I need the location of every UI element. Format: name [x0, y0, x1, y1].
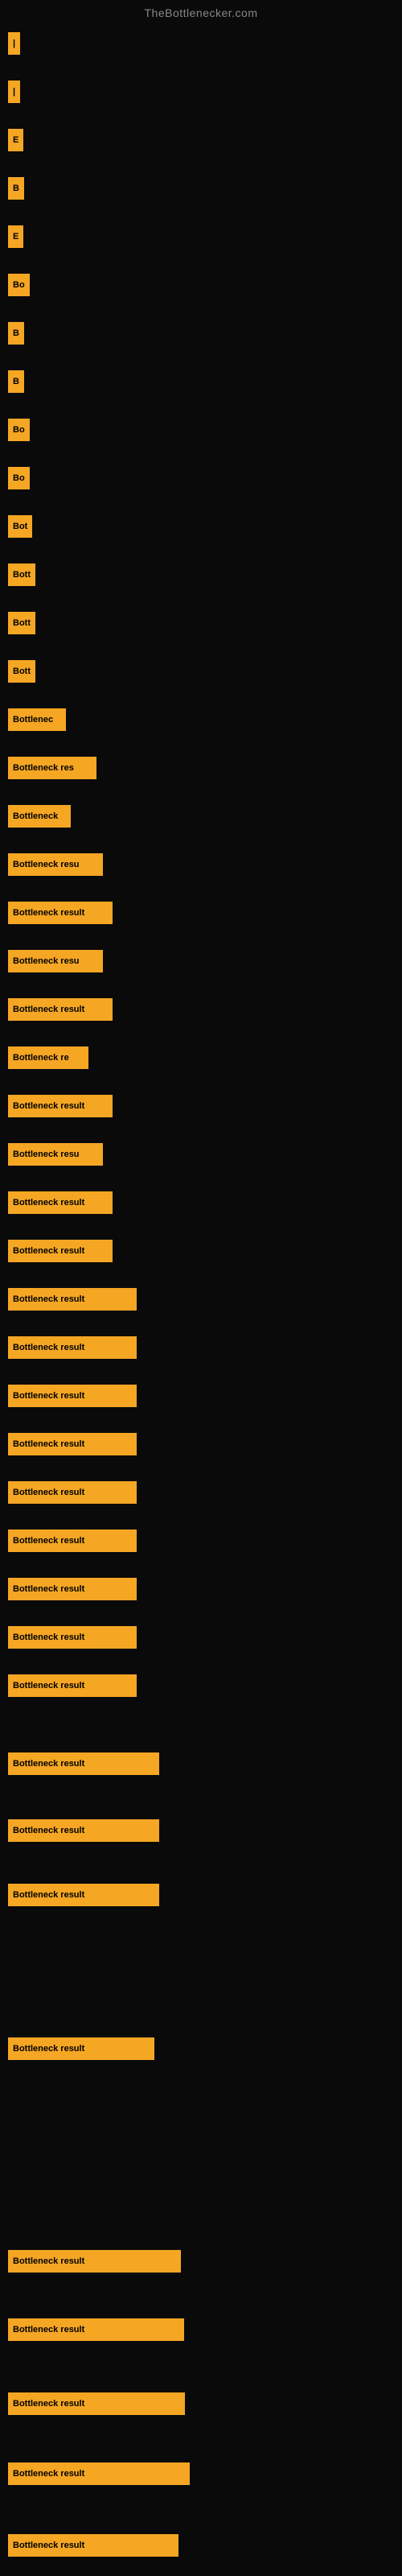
- bar-label: Bottleneck: [8, 805, 71, 828]
- bar-row: Bottleneck result: [8, 2250, 181, 2273]
- bar-row: Bottlenec: [8, 708, 66, 731]
- bar-label: |: [8, 80, 20, 103]
- bar-row: Bottleneck result: [8, 2534, 178, 2557]
- bar-row: Bott: [8, 612, 35, 634]
- bar-row: Bottleneck result: [8, 1578, 137, 1600]
- bar-row: Bottleneck result: [8, 1433, 137, 1455]
- bar-label: Bottleneck result: [8, 1626, 137, 1649]
- bar-label: Bottleneck result: [8, 2392, 185, 2415]
- bar-row: Bottleneck result: [8, 1674, 137, 1697]
- bar-row: Bottleneck res: [8, 757, 96, 779]
- bar-label: B: [8, 370, 24, 393]
- bar-row: Bott: [8, 564, 35, 586]
- bar-label: Bottleneck resu: [8, 950, 103, 972]
- bar-row: Bottleneck result: [8, 1095, 113, 1117]
- bar-row: E: [8, 225, 23, 248]
- bar-label: Bottleneck result: [8, 2462, 190, 2485]
- bar-row: Bottleneck resu: [8, 1143, 103, 1166]
- bar-label: Bottleneck result: [8, 1385, 137, 1407]
- bar-label: Bottleneck result: [8, 1095, 113, 1117]
- bar-label: Bo: [8, 274, 30, 296]
- bar-label: Bottleneck result: [8, 1578, 137, 1600]
- site-title: TheBottlenecker.com: [0, 0, 402, 23]
- bar-row: |: [8, 80, 20, 103]
- bar-row: Bottleneck result: [8, 902, 113, 924]
- bar-row: B: [8, 322, 24, 345]
- bar-label: Bottleneck result: [8, 1240, 113, 1262]
- bar-label: Bottleneck result: [8, 1433, 137, 1455]
- bar-label: Bottleneck result: [8, 1674, 137, 1697]
- bar-label: B: [8, 322, 24, 345]
- bar-label: Bottlenec: [8, 708, 66, 731]
- bar-label: Bottleneck res: [8, 757, 96, 779]
- bar-row: Bo: [8, 419, 30, 441]
- bar-row: Bot: [8, 515, 32, 538]
- bar-label: Bottleneck result: [8, 2250, 181, 2273]
- bar-label: E: [8, 129, 23, 151]
- bar-row: Bottleneck result: [8, 1481, 137, 1504]
- bar-row: Bottleneck: [8, 805, 71, 828]
- bar-label: Bottleneck result: [8, 2318, 184, 2341]
- bar-label: Bottleneck result: [8, 1191, 113, 1214]
- bar-row: E: [8, 129, 23, 151]
- bar-row: Bo: [8, 274, 30, 296]
- bar-label: Bo: [8, 419, 30, 441]
- bar-label: Bottleneck result: [8, 1884, 159, 1906]
- bar-label: Bottleneck result: [8, 1288, 137, 1311]
- bar-row: Bottleneck result: [8, 2462, 190, 2485]
- bar-row: |: [8, 32, 20, 55]
- bar-label: Bottleneck result: [8, 1336, 137, 1359]
- bar-label: Bottleneck re: [8, 1046, 88, 1069]
- bar-label: Bottleneck resu: [8, 853, 103, 876]
- bar-row: Bottleneck re: [8, 1046, 88, 1069]
- bar-label: Bottleneck result: [8, 1481, 137, 1504]
- page-wrapper: TheBottlenecker.com | | E B E Bo B B Bo Bo Bot Bott…: [0, 0, 402, 2576]
- bar-row: Bottleneck result: [8, 1240, 113, 1262]
- bar-label: Bottleneck result: [8, 998, 113, 1021]
- bar-label: Bottleneck result: [8, 2037, 154, 2060]
- bar-row: Bottleneck resu: [8, 853, 103, 876]
- bar-row: Bottleneck result: [8, 1336, 137, 1359]
- bar-label: Bott: [8, 564, 35, 586]
- bar-row: Bottleneck result: [8, 1752, 159, 1775]
- bar-label: |: [8, 32, 20, 55]
- bar-label: Bott: [8, 660, 35, 683]
- bar-row: B: [8, 370, 24, 393]
- bar-label: Bottleneck result: [8, 1752, 159, 1775]
- bar-row: Bottleneck result: [8, 1884, 159, 1906]
- bar-label: E: [8, 225, 23, 248]
- bar-label: Bott: [8, 612, 35, 634]
- bar-label: Bottleneck result: [8, 1530, 137, 1552]
- bar-label: Bot: [8, 515, 32, 538]
- bar-row: Bottleneck result: [8, 1819, 159, 1842]
- bar-row: Bottleneck resu: [8, 950, 103, 972]
- bar-row: Bottleneck result: [8, 1530, 137, 1552]
- bar-label: Bo: [8, 467, 30, 489]
- bar-row: Bottleneck result: [8, 2318, 184, 2341]
- bar-row: Bottleneck result: [8, 1385, 137, 1407]
- bar-row: Bottleneck result: [8, 2037, 154, 2060]
- bar-row: Bottleneck result: [8, 1288, 137, 1311]
- bar-label: Bottleneck result: [8, 2534, 178, 2557]
- bar-label: B: [8, 177, 24, 200]
- bar-row: Bottleneck result: [8, 1626, 137, 1649]
- bar-label: Bottleneck result: [8, 1819, 159, 1842]
- bar-row: Bottleneck result: [8, 2392, 185, 2415]
- bar-row: Bo: [8, 467, 30, 489]
- bar-row: Bottleneck result: [8, 998, 113, 1021]
- bar-row: Bott: [8, 660, 35, 683]
- bar-label: Bottleneck resu: [8, 1143, 103, 1166]
- bar-row: B: [8, 177, 24, 200]
- bar-row: Bottleneck result: [8, 1191, 113, 1214]
- bar-label: Bottleneck result: [8, 902, 113, 924]
